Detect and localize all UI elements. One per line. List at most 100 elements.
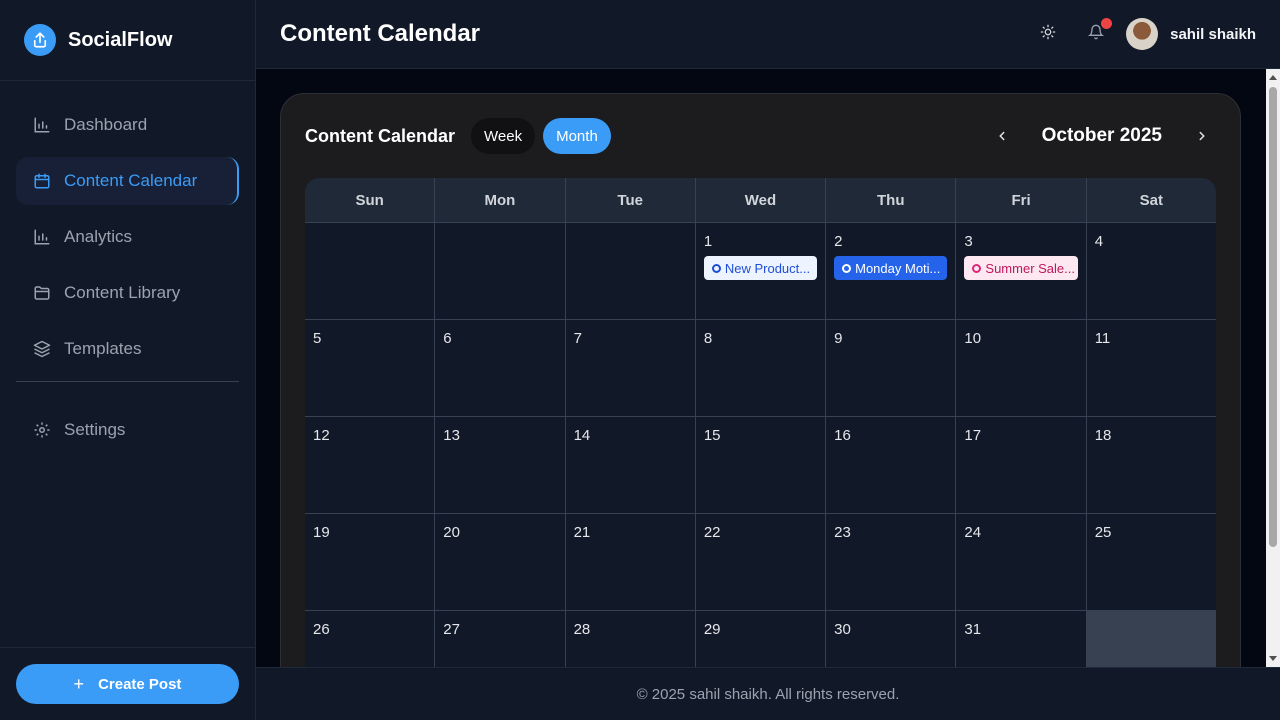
calendar-day-cell[interactable]: 13: [435, 416, 566, 513]
sidebar-item-analytics[interactable]: Analytics: [16, 213, 239, 261]
weekday-mon: Mon: [435, 178, 566, 222]
calendar-day-cell[interactable]: 5: [305, 319, 436, 416]
calendar-day-cell: [565, 222, 696, 319]
calendar-day-cell[interactable]: 8: [695, 319, 827, 416]
bar-chart-icon: [32, 115, 52, 135]
user-name[interactable]: sahil shaikh: [1170, 26, 1256, 43]
linkedin-icon: [842, 263, 852, 273]
calendar-day-cell[interactable]: 29: [695, 610, 827, 667]
scheduled-post-chip[interactable]: New Product...: [703, 256, 818, 280]
day-number: 18: [1094, 427, 1112, 444]
month-view-button[interactable]: Month: [543, 118, 611, 154]
calendar-day-cell[interactable]: 23: [826, 513, 957, 610]
calendar-day-cell[interactable]: 18: [1086, 416, 1216, 513]
calendar-day-cell[interactable]: 30: [826, 610, 957, 667]
calendar-day-empty: [1086, 610, 1216, 667]
calendar-day-cell[interactable]: 31: [956, 610, 1087, 667]
scroll-up-arrow[interactable]: [1269, 75, 1277, 80]
sidebar-item-label: Content Calendar: [64, 171, 198, 190]
brand[interactable]: SocialFlow: [0, 0, 255, 81]
post-title: Monday Moti...: [855, 260, 941, 276]
sidebar-item-settings[interactable]: Settings: [16, 406, 239, 454]
bar-chart-icon: [32, 227, 52, 247]
calendar-day-cell[interactable]: 6: [435, 319, 566, 416]
calendar-day-cell[interactable]: 9: [826, 319, 957, 416]
sidebar-item-label: Dashboard: [64, 115, 148, 134]
calendar-week-row: 26 27 28 29 30 31: [305, 610, 1216, 667]
calendar-day-cell[interactable]: 26: [305, 610, 436, 667]
weekday-thu: Thu: [826, 178, 957, 222]
day-number: 17: [964, 427, 982, 444]
calendar-day-cell[interactable]: 12: [305, 416, 436, 513]
calendar-day-cell[interactable]: 25: [1086, 513, 1216, 610]
scrollbar-thumb[interactable]: [1269, 87, 1277, 547]
calendar-week-row: 1 New Product... 2 Monday Moti... 3 Summer Sa…: [305, 222, 1216, 319]
day-number: 3: [964, 233, 973, 250]
calendar-week-row: 5 6 7 8 9 10 11: [305, 319, 1216, 416]
sidebar-item-content-library[interactable]: Content Library: [16, 269, 239, 317]
calendar-day-cell: [305, 222, 436, 319]
chevron-right-icon[interactable]: [1188, 122, 1216, 150]
copyright-text: © 2025 sahil shaikh. All rights reserved…: [636, 685, 900, 703]
calendar-day-cell[interactable]: 20: [435, 513, 566, 610]
day-number: 12: [313, 427, 330, 444]
day-number: 29: [703, 621, 721, 638]
scroll-down-arrow[interactable]: [1269, 656, 1277, 661]
weekday-tue: Tue: [566, 178, 696, 222]
day-number: 30: [834, 621, 851, 638]
scheduled-post-chip[interactable]: Monday Moti...: [834, 256, 948, 280]
calendar-day-cell[interactable]: 3 Summer Sale...: [956, 222, 1087, 319]
layers-icon: [32, 339, 52, 359]
calendar-day-cell[interactable]: 1 New Product...: [695, 222, 827, 319]
day-number: 20: [443, 524, 460, 541]
week-view-button[interactable]: Week: [471, 118, 536, 154]
day-number: 14: [573, 427, 591, 444]
weekday-sun: Sun: [305, 178, 436, 222]
sidebar-item-label: Templates: [64, 339, 142, 358]
calendar-day-cell[interactable]: 4: [1086, 222, 1216, 319]
page-title: Content Calendar: [280, 20, 481, 47]
calendar-day-cell[interactable]: 15: [695, 416, 827, 513]
notification-badge: [1101, 18, 1113, 29]
day-number: 25: [1094, 524, 1112, 541]
post-title: New Product...: [724, 260, 811, 276]
sidebar-item-templates[interactable]: Templates: [16, 325, 239, 373]
sidebar-item-dashboard[interactable]: Dashboard: [16, 101, 239, 149]
theme-toggle-button[interactable]: [1030, 16, 1066, 52]
calendar-day-cell[interactable]: 19: [305, 513, 436, 610]
day-number: 13: [443, 427, 460, 444]
main-content: Content Calendar Week Month October 2025…: [256, 69, 1266, 667]
calendar-day-cell[interactable]: 21: [565, 513, 696, 610]
main-scrollbar[interactable]: [1266, 69, 1280, 667]
header-actions: sahil shaikh: [1018, 16, 1280, 52]
sidebar-item-label: Content Library: [64, 283, 181, 302]
folder-icon: [32, 283, 52, 303]
avatar[interactable]: [1126, 18, 1159, 50]
sidebar: SocialFlow Dashboard Content Calendar An…: [0, 0, 256, 720]
day-number: 22: [703, 524, 721, 541]
day-number: 21: [573, 524, 591, 541]
calendar-day-cell[interactable]: 24: [956, 513, 1087, 610]
nav-divider: [16, 381, 239, 382]
calendar-day-cell[interactable]: 16: [826, 416, 957, 513]
post-title: Summer Sale...: [985, 260, 1075, 276]
calendar-day-cell[interactable]: 2 Monday Moti...: [826, 222, 957, 319]
calendar-day-cell[interactable]: 10: [956, 319, 1087, 416]
calendar-day-cell[interactable]: 14: [565, 416, 696, 513]
page-footer: © 2025 sahil shaikh. All rights reserved…: [256, 667, 1280, 720]
calendar-day-cell[interactable]: 28: [565, 610, 696, 667]
calendar-day-cell[interactable]: 22: [695, 513, 827, 610]
day-number: 31: [964, 621, 982, 638]
month-navigation: October 2025: [988, 122, 1216, 150]
calendar-title: Content Calendar: [305, 125, 456, 146]
calendar-day-cell[interactable]: 7: [565, 319, 696, 416]
calendar-day-cell[interactable]: 27: [435, 610, 566, 667]
notifications-button[interactable]: [1078, 16, 1114, 52]
sidebar-item-content-calendar[interactable]: Content Calendar: [16, 157, 239, 205]
scheduled-post-chip[interactable]: Summer Sale...: [964, 256, 1078, 280]
calendar-day-cell[interactable]: 17: [956, 416, 1087, 513]
chevron-left-icon[interactable]: [988, 122, 1016, 150]
calendar-day-cell[interactable]: 11: [1086, 319, 1216, 416]
create-post-button[interactable]: + Create Post: [16, 664, 239, 704]
day-number: 27: [443, 621, 460, 638]
